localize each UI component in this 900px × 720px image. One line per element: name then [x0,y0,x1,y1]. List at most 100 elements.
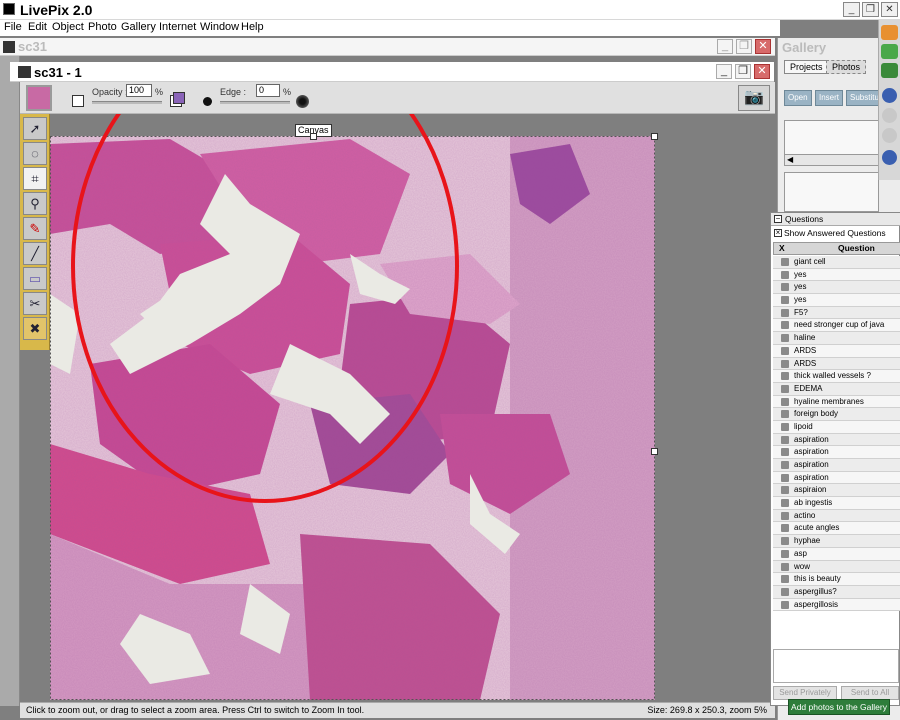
question-row[interactable]: aspiration [773,433,900,447]
question-row[interactable]: yes [773,294,900,307]
crop-icon[interactable]: ⌗ [23,167,47,190]
question-row[interactable]: ARDS [773,357,900,371]
question-row[interactable]: aspergillosis [773,598,900,612]
question-row[interactable]: hyaline membranes [773,395,900,409]
lasso-icon[interactable]: ◌ [23,142,47,165]
menu-internet[interactable]: Internet [159,21,196,33]
question-text: hyaline membranes [794,396,864,406]
opacity-color-swatch-icon[interactable] [173,92,185,104]
tab-projects[interactable]: Projects [784,60,829,74]
add-photos-button[interactable]: Add photos to the Gallery [788,699,890,715]
menu-gallery[interactable]: Gallery [121,21,156,33]
pencil-icon[interactable] [882,150,897,165]
paint-icon[interactable]: ✎ [23,217,47,240]
opacity-slider[interactable] [92,101,162,104]
forward-icon[interactable] [882,128,897,143]
properties-bar: Opacity : 100 % Edge : 0 % 📷 [20,82,775,114]
lock-icon [781,296,789,305]
question-row[interactable]: asp [773,547,900,561]
canvas-area[interactable] [50,29,775,700]
send-privately-button[interactable]: Send Privately [773,686,837,700]
question-row[interactable]: haline [773,332,900,345]
show-answered-checkbox[interactable]: × [774,229,782,237]
question-row[interactable]: acute angles [773,522,900,536]
question-row[interactable]: foreign body [773,408,900,421]
microphone-icon[interactable] [881,44,898,59]
inner-minimize-button[interactable]: _ [716,64,732,79]
outer-restore-button[interactable]: ❐ [736,39,752,54]
tab-photos[interactable]: Photos [826,60,867,74]
lock-icon [781,346,789,355]
question-row[interactable]: aspiraion [773,484,900,498]
minimize-button[interactable]: _ [843,2,860,17]
question-row[interactable]: aspiration [773,459,900,472]
lock-icon [781,562,789,571]
lock-icon [781,537,789,546]
line-icon[interactable]: ╱ [23,242,47,265]
opacity-input[interactable]: 100 [126,84,152,97]
lock-icon [781,321,789,330]
menu-photo[interactable]: Photo [88,21,117,33]
question-text: aspiration [794,460,829,469]
arrow-select-icon[interactable]: ➚ [23,117,47,140]
scroll-left-icon[interactable]: ◀ [787,155,793,164]
question-row[interactable]: EDEMA [773,382,900,396]
question-row[interactable]: this is beauty [773,573,900,586]
monitor-icon[interactable] [881,63,898,78]
eraser-icon[interactable]: ✖ [23,317,47,340]
inner-close-button[interactable]: ✕ [754,64,770,79]
question-row[interactable]: aspergillus? [773,585,900,599]
gallery-photo-area[interactable] [784,172,879,212]
edge-slider[interactable] [220,101,290,104]
question-row[interactable]: wow [773,560,900,574]
question-row[interactable]: F5? [773,306,900,320]
pause-icon[interactable] [882,88,897,103]
canvas-handle-top-right[interactable] [651,133,658,140]
question-row[interactable]: lipoid [773,420,900,434]
question-row[interactable]: need stronger cup of java [773,319,900,333]
collapse-icon[interactable]: − [774,215,782,223]
column-x[interactable]: X [779,243,785,254]
back-arrow-icon[interactable] [881,25,898,40]
gallery-insert-button[interactable]: Insert [815,90,844,106]
restore-button[interactable]: ❐ [862,2,879,17]
question-row[interactable]: ARDS [773,344,900,358]
column-question[interactable]: Question [838,243,875,254]
close-button[interactable]: ✕ [881,2,898,17]
canvas-handle-right[interactable] [651,448,658,455]
rectangle-icon[interactable]: ▭ [23,267,47,290]
canvas-handle-top[interactable] [310,133,317,140]
menu-file[interactable]: File [4,21,22,33]
send-to-all-button[interactable]: Send to All [841,686,899,700]
outer-minimize-button[interactable]: _ [717,39,733,54]
outer-close-button[interactable]: ✕ [755,39,771,54]
selected-photo-thumbnail[interactable] [26,85,52,111]
photo-canvas[interactable] [50,29,775,700]
menu-window[interactable]: Window [200,21,239,33]
question-row[interactable]: thick walled vessels ? [773,370,900,383]
menu-object[interactable]: Object [52,21,84,33]
question-row[interactable]: hyphae [773,535,900,548]
clone-icon[interactable]: ✂ [23,292,47,315]
question-input[interactable] [773,649,899,683]
question-row[interactable]: aspiration [773,446,900,459]
gallery-open-button[interactable]: Open [784,90,812,106]
inner-restore-button[interactable]: ❐ [735,64,751,79]
question-text: lipoid [794,421,813,431]
question-row[interactable]: giant cell [773,256,900,269]
inner-document-titlebar: sc31 - 1 _ ❐ ✕ [10,62,774,82]
question-row[interactable]: yes [773,268,900,282]
menu-help[interactable]: Help [241,21,264,33]
rewind-icon[interactable] [882,108,897,123]
question-row[interactable]: actino [773,509,900,523]
question-text: ARDS [794,358,817,368]
question-row[interactable]: aspiration [773,471,900,485]
edge-input[interactable]: 0 [256,84,280,97]
menu-edit[interactable]: Edit [28,21,47,33]
question-row[interactable]: yes [773,281,900,295]
question-row[interactable]: ab ingestis [773,497,900,510]
zoom-icon[interactable]: ⚲ [23,192,47,215]
show-answered-toggle[interactable]: × Show Answered Questions [771,227,900,240]
gallery-scrollbar[interactable]: ◀ [784,154,879,166]
camera-button[interactable]: 📷 [738,85,770,111]
